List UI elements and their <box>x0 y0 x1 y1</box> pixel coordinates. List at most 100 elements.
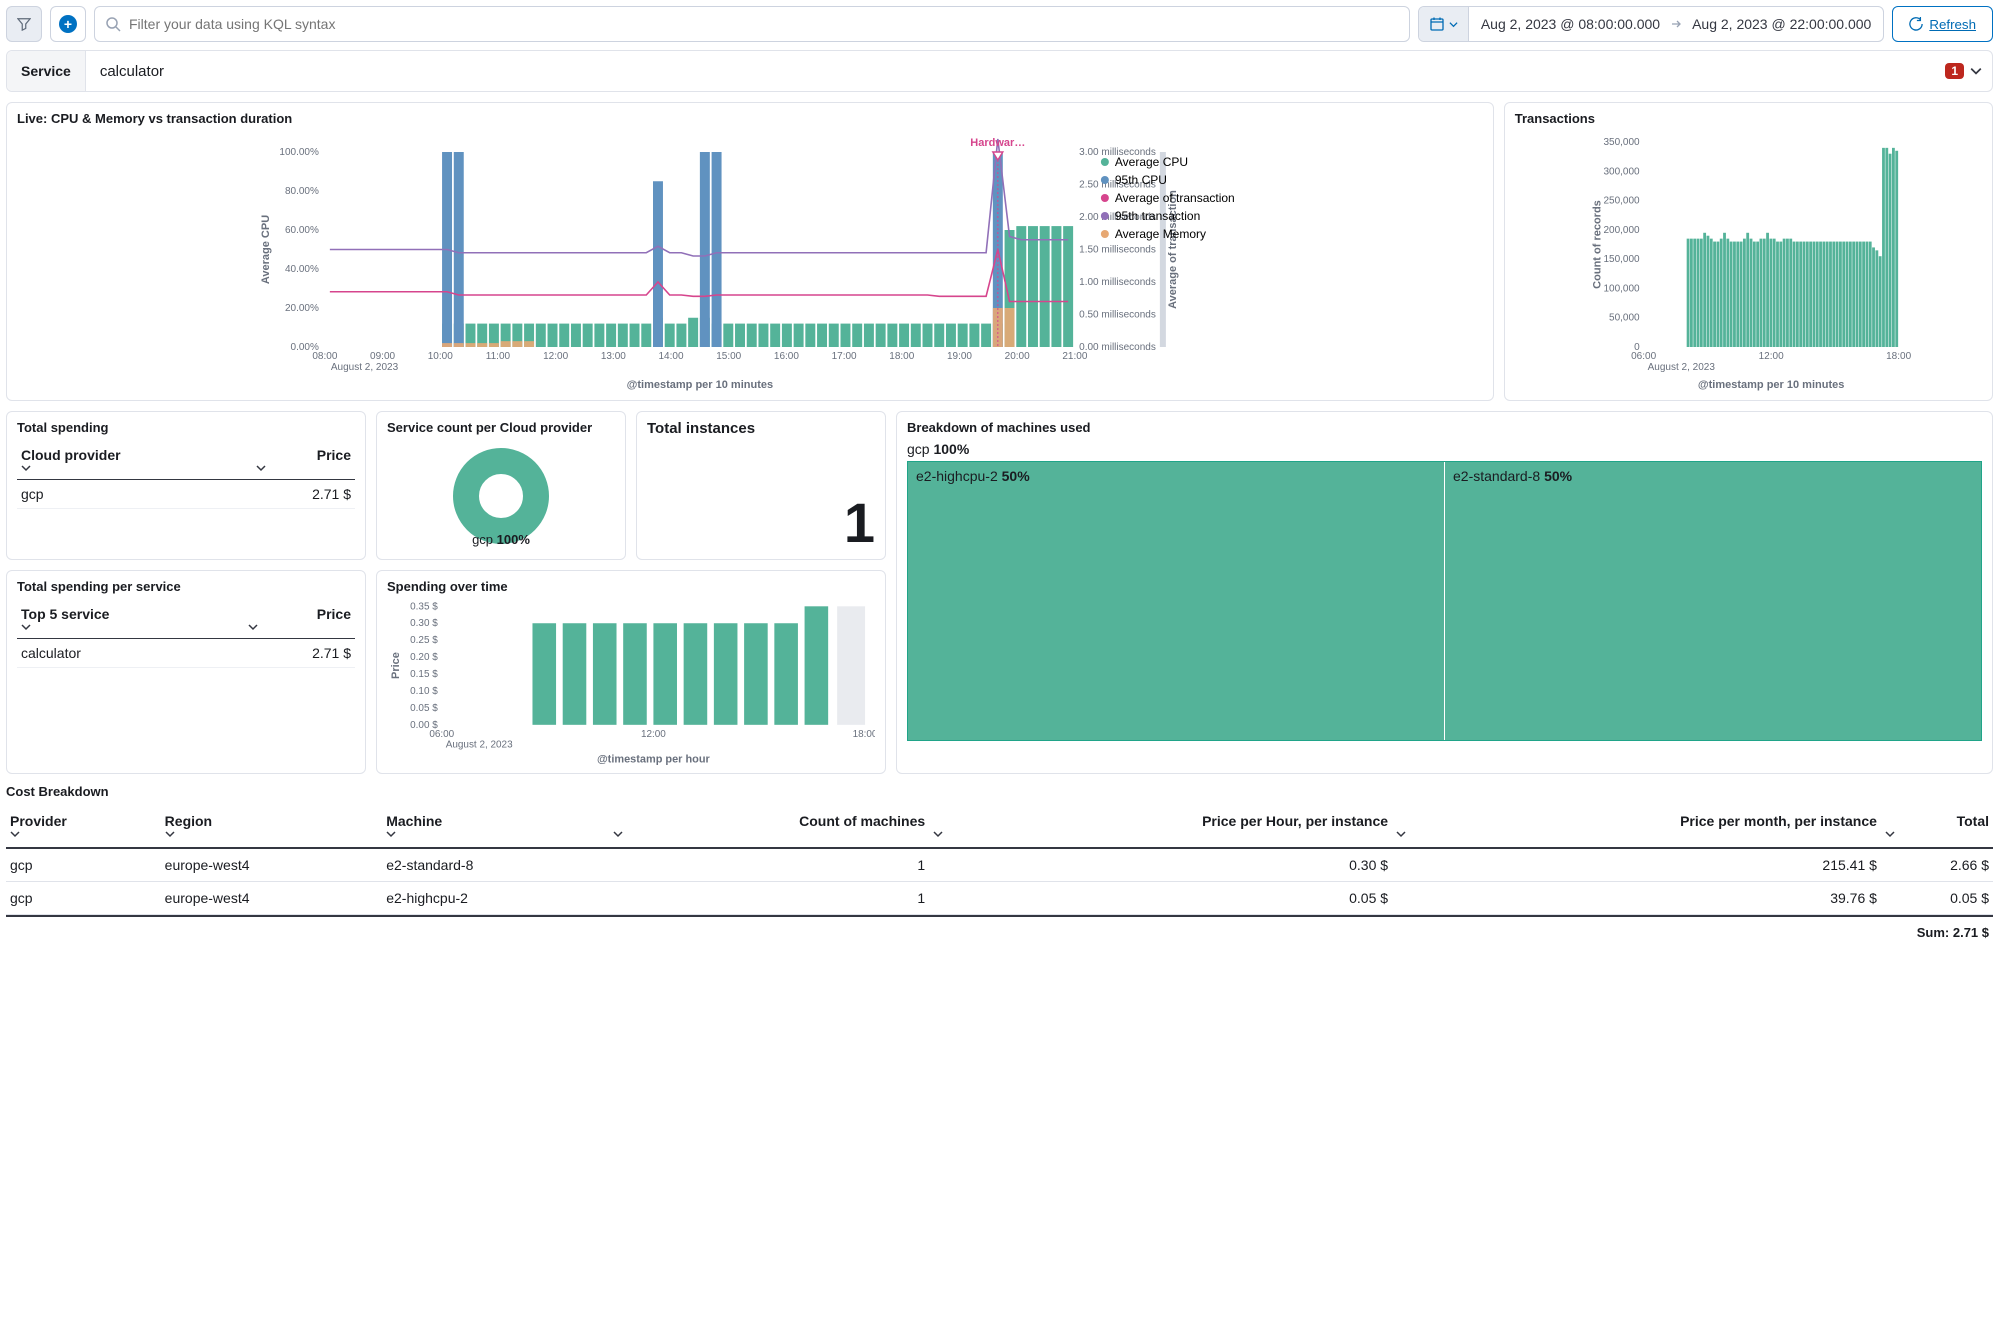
panel-cost-breakdown: Cost Breakdown Provider Region Machine C… <box>6 784 1993 948</box>
col-price[interactable]: Price <box>244 600 355 639</box>
svg-text:50,000: 50,000 <box>1609 313 1640 324</box>
search-input[interactable] <box>129 7 1399 41</box>
svg-text:19:00: 19:00 <box>947 351 972 362</box>
svg-text:06:00: 06:00 <box>429 729 454 740</box>
svg-text:250,000: 250,000 <box>1603 196 1640 207</box>
donut-label: gcp 100% <box>472 532 530 547</box>
svg-text:80.00%: 80.00% <box>285 186 319 197</box>
svg-text:@timestamp per 10 minutes: @timestamp per 10 minutes <box>1698 379 1844 391</box>
calendar-icon[interactable] <box>1419 7 1469 41</box>
svg-text:06:00: 06:00 <box>1631 351 1656 362</box>
svg-text:0.30 $: 0.30 $ <box>410 618 438 629</box>
treemap-provider: gcp 100% <box>907 441 1982 457</box>
chart-transactions: 050,000100,000150,000200,000250,000300,0… <box>1515 132 1982 392</box>
panel-title: Transactions <box>1515 111 1982 126</box>
panel-transactions: Transactions 050,000100,000150,000200,00… <box>1504 102 1993 401</box>
svg-text:95th CPU: 95th CPU <box>1115 173 1167 187</box>
svg-text:20:00: 20:00 <box>1005 351 1030 362</box>
col-price-per-hour-per-instance[interactable]: Price per Hour, per instance <box>929 805 1392 848</box>
svg-text:12:00: 12:00 <box>641 729 666 740</box>
refresh-button[interactable]: Refresh <box>1892 6 1993 42</box>
treemap-cell[interactable]: e2-standard-8 50% <box>1445 462 1981 740</box>
svg-text:15:00: 15:00 <box>716 351 741 362</box>
table-row[interactable]: calculator 2.71 $ <box>17 639 355 668</box>
chevron-down-icon <box>21 622 31 632</box>
svg-text:09:00: 09:00 <box>370 351 395 362</box>
svg-text:18:00: 18:00 <box>853 729 875 740</box>
panel-total-spending: Total spending Cloud provider Price gcp … <box>6 411 366 560</box>
date-range-picker[interactable]: Aug 2, 2023 @ 08:00:00.000 Aug 2, 2023 @… <box>1418 6 1885 42</box>
svg-text:Average CPU: Average CPU <box>260 215 272 284</box>
service-value[interactable]: calculator <box>86 63 1945 80</box>
svg-text:Average CPU: Average CPU <box>1115 155 1188 169</box>
svg-text:150,000: 150,000 <box>1603 254 1640 265</box>
chevron-down-icon <box>248 622 258 632</box>
svg-text:40.00%: 40.00% <box>285 264 319 275</box>
col-total[interactable]: Total <box>1881 805 1993 848</box>
panel-title: Spending over time <box>387 579 875 594</box>
panel-title: Total spending per service <box>17 579 355 594</box>
col-service[interactable]: Top 5 service <box>17 600 244 639</box>
svg-text:21:00: 21:00 <box>1062 351 1087 362</box>
panel-breakdown-machines: Breakdown of machines used gcp 100% e2-h… <box>896 411 1993 774</box>
table-row[interactable]: gcp 2.71 $ <box>17 480 355 509</box>
svg-text:0.50 milliseconds: 0.50 milliseconds <box>1079 310 1156 321</box>
metric-value: 1 <box>844 495 875 551</box>
svg-text:14:00: 14:00 <box>659 351 684 362</box>
date-from: Aug 2, 2023 @ 08:00:00.000 <box>1481 16 1660 32</box>
treemap-cell[interactable]: e2-highcpu-2 50% <box>908 462 1445 740</box>
chevron-down-icon[interactable] <box>1970 65 1982 77</box>
table-row[interactable]: gcpeurope-west4e2-standard-810.30 $215.4… <box>6 848 1993 882</box>
cost-sum: Sum: 2.71 $ <box>6 915 1993 948</box>
col-machine[interactable]: Machine <box>382 805 609 848</box>
svg-text:11:00: 11:00 <box>486 351 511 362</box>
panel-total-instances: Total instances 1 <box>636 411 886 560</box>
table-row[interactable]: gcpeurope-west4e2-highcpu-210.05 $39.76 … <box>6 882 1993 915</box>
svg-text:@timestamp per hour: @timestamp per hour <box>597 754 711 765</box>
panel-total-spending-service: Total spending per service Top 5 service… <box>6 570 366 774</box>
filter-icon[interactable] <box>6 6 42 42</box>
chart-spending: 0.00 $0.05 $0.10 $0.15 $0.20 $0.25 $0.30… <box>387 600 875 765</box>
panel-title: Cost Breakdown <box>6 784 1993 799</box>
treemap: e2-highcpu-2 50% e2-standard-8 50% <box>907 461 1982 741</box>
svg-text:100.00%: 100.00% <box>279 147 319 158</box>
cell-price: 2.71 $ <box>244 639 355 668</box>
panel-title: Total spending <box>17 420 355 435</box>
refresh-icon <box>1909 17 1923 31</box>
panel-spending-over-time: Spending over time 0.00 $0.05 $0.10 $0.1… <box>376 570 886 774</box>
svg-text:Price: Price <box>390 652 402 679</box>
svg-text:12:00: 12:00 <box>1758 351 1783 362</box>
add-filter-button[interactable]: + <box>50 6 86 42</box>
svg-text:Average of transaction: Average of transaction <box>1115 191 1235 205</box>
col-provider[interactable]: Provider <box>6 805 161 848</box>
svg-text:200,000: 200,000 <box>1603 225 1640 236</box>
col-price[interactable]: Price <box>252 441 355 480</box>
cell-service: calculator <box>17 639 244 668</box>
svg-text:300,000: 300,000 <box>1603 166 1640 177</box>
svg-text:0.10 $: 0.10 $ <box>410 686 438 697</box>
svg-text:Average of transaction: Average of transaction <box>1167 190 1179 309</box>
svg-text:1.50 milliseconds: 1.50 milliseconds <box>1079 245 1156 256</box>
chevron-down-icon <box>256 463 266 473</box>
svg-text:12:00: 12:00 <box>543 351 568 362</box>
col-price-per-month-per-instance[interactable]: Price per month, per instance <box>1392 805 1881 848</box>
chart-cpu-memory: 0.00%20.00%40.00%60.00%80.00%100.00%0.00… <box>17 132 1483 392</box>
svg-text:August 2, 2023: August 2, 2023 <box>1647 362 1715 373</box>
svg-text:August 2, 2023: August 2, 2023 <box>446 740 513 751</box>
svg-text:13:00: 13:00 <box>601 351 626 362</box>
svg-text:08:00: 08:00 <box>312 351 337 362</box>
panel-title: Live: CPU & Memory vs transaction durati… <box>17 111 1483 126</box>
svg-text:20.00%: 20.00% <box>285 303 319 314</box>
col-count-of-machines[interactable]: Count of machines <box>609 805 929 848</box>
col-cloud-provider[interactable]: Cloud provider <box>17 441 252 480</box>
search-input-container[interactable] <box>94 6 1410 42</box>
service-label: Service <box>7 51 86 91</box>
svg-text:Count of records: Count of records <box>1591 200 1603 289</box>
col-region[interactable]: Region <box>161 805 383 848</box>
svg-text:0.00 milliseconds: 0.00 milliseconds <box>1079 342 1156 353</box>
panel-title: Total instances <box>647 420 875 437</box>
service-filter-row: Service calculator 1 <box>6 50 1993 92</box>
svg-text:1.00 milliseconds: 1.00 milliseconds <box>1079 277 1156 288</box>
search-icon <box>105 16 121 32</box>
svg-text:100,000: 100,000 <box>1603 283 1640 294</box>
